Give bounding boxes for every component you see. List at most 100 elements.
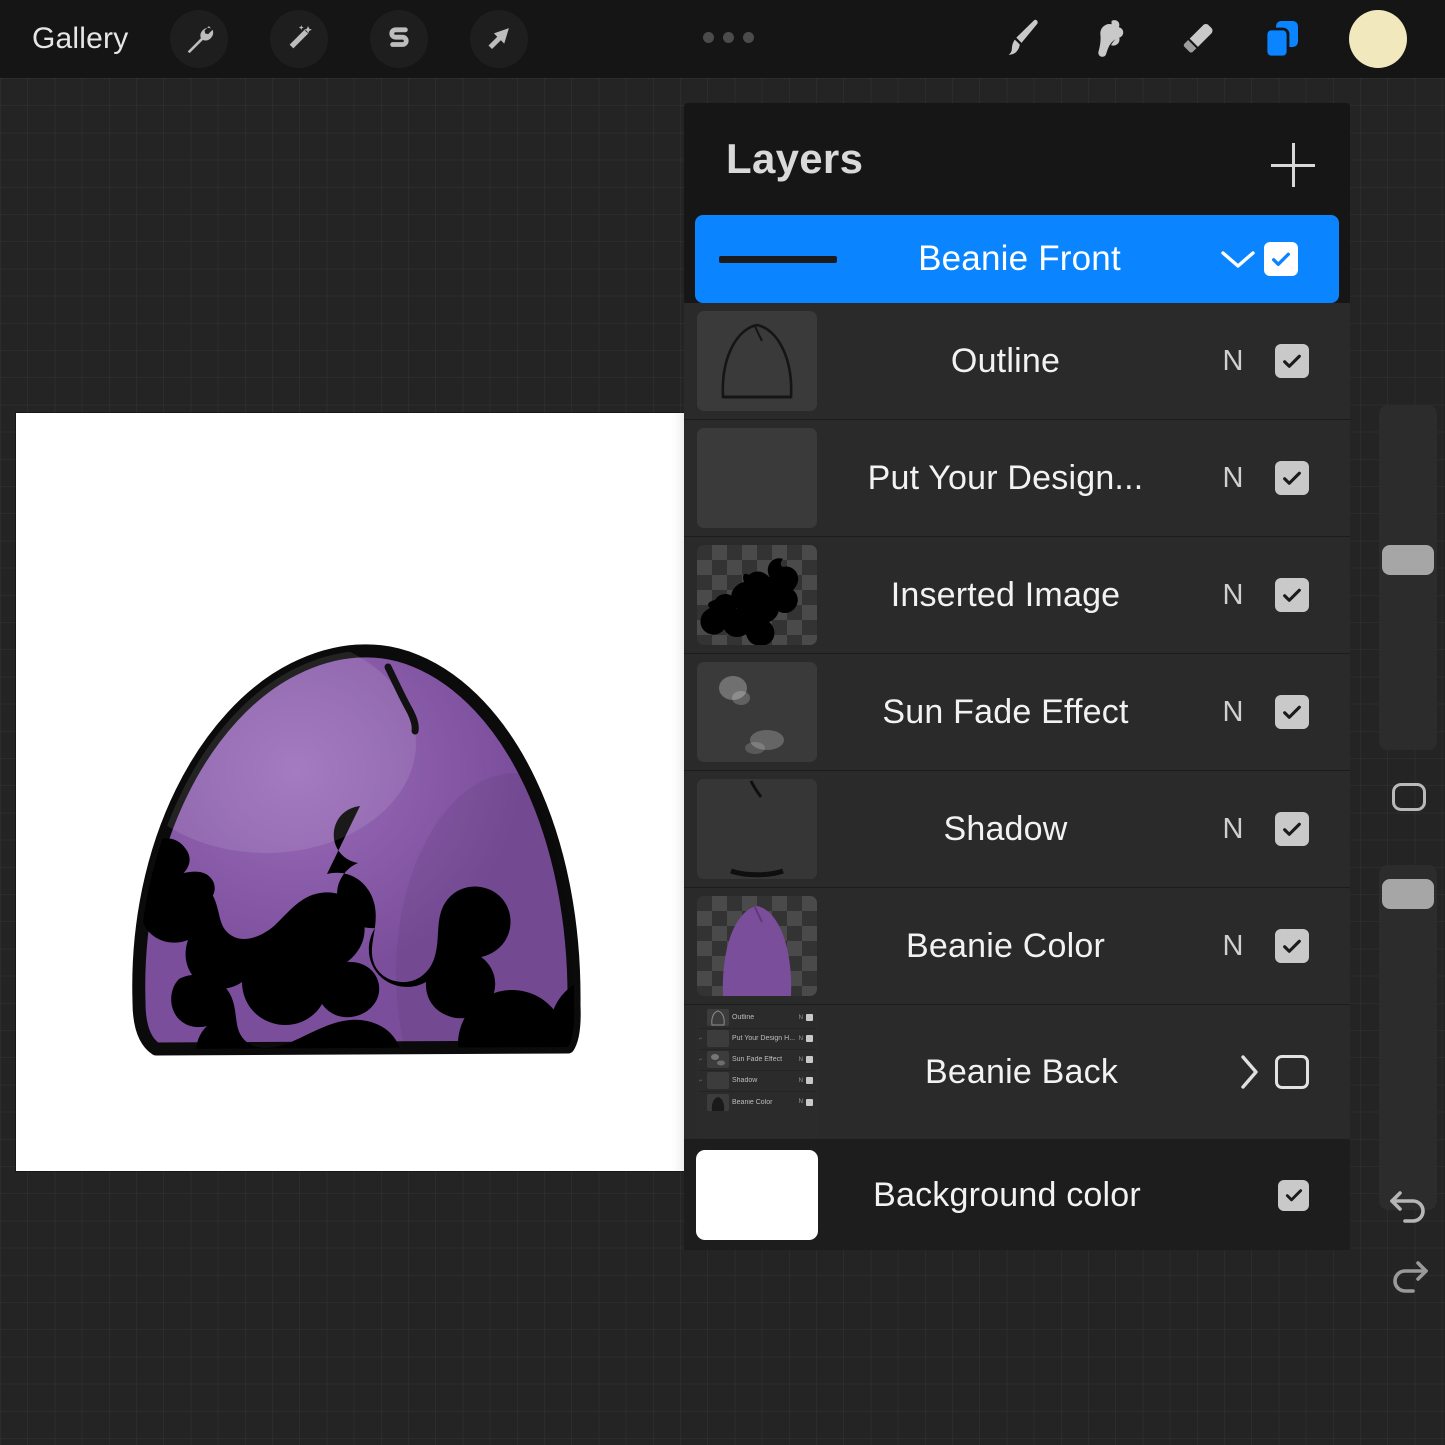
nested-visibility bbox=[806, 1035, 813, 1042]
layer-row-sun-fade-effect[interactable]: Sun Fade Effect N bbox=[684, 654, 1350, 771]
layer-thumbnail-shadow bbox=[684, 771, 830, 887]
brush-size-knob[interactable] bbox=[1382, 545, 1434, 575]
visibility-checkbox-beanie-back[interactable] bbox=[1275, 1055, 1309, 1089]
transform-arrow-icon[interactable] bbox=[470, 10, 528, 68]
nested-clip-icon: ⌐ bbox=[699, 1078, 704, 1084]
layer-thumbnail-beanie-color bbox=[684, 888, 830, 1004]
layer-row-background-color[interactable]: Background color bbox=[684, 1140, 1350, 1250]
nested-blend: N bbox=[799, 1036, 803, 1042]
nested-name: Outline bbox=[732, 1014, 796, 1021]
opacity-knob[interactable] bbox=[1382, 879, 1434, 909]
nested-thumb bbox=[707, 1051, 729, 1068]
blend-mode-beanie-color[interactable]: N bbox=[1191, 930, 1275, 963]
visibility-checkbox-beanie-color[interactable] bbox=[1275, 929, 1309, 963]
layer-name-shadow: Shadow bbox=[830, 810, 1191, 849]
color-swatch-button[interactable] bbox=[1349, 10, 1407, 68]
blend-mode-shadow[interactable]: N bbox=[1191, 813, 1275, 846]
nested-blend: N bbox=[799, 1099, 803, 1105]
visibility-checkbox-background-color[interactable] bbox=[1278, 1180, 1309, 1211]
artwork-canvas[interactable] bbox=[16, 413, 684, 1171]
opacity-slider[interactable] bbox=[1379, 865, 1437, 1210]
layer-name-outline: Outline bbox=[830, 342, 1191, 381]
nested-name: Sun Fade Effect bbox=[732, 1056, 796, 1063]
nested-name: Beanie Color bbox=[732, 1099, 796, 1106]
background-swatch bbox=[696, 1150, 818, 1240]
undo-button[interactable] bbox=[1384, 1180, 1434, 1230]
layers-icon[interactable] bbox=[1239, 0, 1325, 78]
layer-thumbnail-sun-fade-effect bbox=[684, 654, 830, 770]
layer-thumbnail-put-your-design bbox=[684, 420, 830, 536]
layer-thumbnail-beanie-back: Outline N ⌐ Put Your Design H... N bbox=[684, 1005, 830, 1139]
nested-layers-preview: Outline N ⌐ Put Your Design H... N bbox=[696, 1006, 818, 1139]
magic-wand-icon[interactable] bbox=[270, 10, 328, 68]
dot-2 bbox=[723, 32, 734, 43]
eraser-icon[interactable] bbox=[1153, 0, 1239, 78]
nested-row: ⌐ Shadow N bbox=[699, 1071, 815, 1092]
dot-3 bbox=[743, 32, 754, 43]
visibility-checkbox-beanie-front[interactable] bbox=[1264, 242, 1298, 276]
layer-thumbnail-outline bbox=[684, 303, 830, 419]
nested-visibility bbox=[806, 1056, 813, 1063]
nested-name: Put Your Design H... bbox=[732, 1035, 796, 1042]
nested-row: ⌐ Put Your Design H... N bbox=[699, 1029, 815, 1050]
blend-mode-outline[interactable]: N bbox=[1191, 345, 1275, 378]
layer-name-beanie-back: Beanie Back bbox=[830, 1053, 1223, 1092]
layer-row-beanie-color[interactable]: Beanie Color N bbox=[684, 888, 1350, 1005]
beanie-artwork bbox=[16, 413, 684, 1171]
layer-row-beanie-back[interactable]: Outline N ⌐ Put Your Design H... N bbox=[684, 1005, 1350, 1140]
nested-blend: N bbox=[799, 1057, 803, 1063]
layer-name-put-your-design: Put Your Design... bbox=[830, 459, 1191, 498]
dot-1 bbox=[703, 32, 714, 43]
right-sidebar bbox=[1379, 405, 1437, 1310]
nested-blend: N bbox=[799, 1015, 803, 1021]
nested-visibility bbox=[806, 1077, 813, 1084]
blend-mode-put-your-design[interactable]: N bbox=[1191, 462, 1275, 495]
visibility-checkbox-sun-fade-effect[interactable] bbox=[1275, 695, 1309, 729]
visibility-checkbox-put-your-design[interactable] bbox=[1275, 461, 1309, 495]
visibility-checkbox-outline[interactable] bbox=[1275, 344, 1309, 378]
nested-visibility bbox=[806, 1014, 813, 1021]
smudge-icon[interactable] bbox=[1067, 0, 1153, 78]
adjustments-wrench-icon[interactable] bbox=[170, 10, 228, 68]
group-thumbnail-bar bbox=[719, 256, 837, 263]
nested-thumb bbox=[707, 1030, 729, 1047]
nested-clip-icon: ⌐ bbox=[699, 1057, 704, 1063]
blend-mode-inserted-image[interactable]: N bbox=[1191, 579, 1275, 612]
layer-name-sun-fade-effect: Sun Fade Effect bbox=[830, 693, 1191, 732]
chevron-right-icon[interactable] bbox=[1223, 1052, 1275, 1092]
selection-s-icon[interactable] bbox=[370, 10, 428, 68]
nested-thumb bbox=[707, 1072, 729, 1089]
add-layer-button[interactable] bbox=[1271, 143, 1315, 187]
layers-title: Layers bbox=[726, 135, 863, 183]
procreate-window: Gallery bbox=[0, 0, 1445, 1445]
nested-row: Outline N bbox=[699, 1008, 815, 1029]
nested-name: Shadow bbox=[732, 1077, 796, 1084]
nested-clip-icon: ⌐ bbox=[699, 1036, 704, 1042]
layer-row-inserted-image[interactable]: Inserted Image N bbox=[684, 537, 1350, 654]
chevron-down-icon[interactable] bbox=[1212, 248, 1264, 270]
top-toolbar: Gallery bbox=[0, 0, 1445, 78]
background-color-thumbnail bbox=[684, 1140, 830, 1250]
layer-row-beanie-front[interactable]: Beanie Front bbox=[695, 215, 1339, 303]
visibility-checkbox-shadow[interactable] bbox=[1275, 812, 1309, 846]
layer-row-outline[interactable]: Outline N bbox=[684, 303, 1350, 420]
blend-mode-sun-fade-effect[interactable]: N bbox=[1191, 696, 1275, 729]
more-options-dots[interactable] bbox=[703, 32, 754, 43]
modify-button[interactable] bbox=[1392, 783, 1426, 811]
layer-row-put-your-design[interactable]: Put Your Design... N bbox=[684, 420, 1350, 537]
visibility-checkbox-inserted-image[interactable] bbox=[1275, 578, 1309, 612]
nested-visibility bbox=[806, 1099, 813, 1106]
brush-size-slider[interactable] bbox=[1379, 405, 1437, 750]
layers-panel: Layers Beanie Front bbox=[684, 103, 1350, 1243]
paintbrush-icon[interactable] bbox=[981, 0, 1067, 78]
top-toolbar-right bbox=[981, 0, 1445, 78]
redo-button[interactable] bbox=[1384, 1250, 1434, 1300]
nested-thumb bbox=[707, 1009, 729, 1026]
nested-row: ⌐ Sun Fade Effect N bbox=[699, 1050, 815, 1071]
gallery-button[interactable]: Gallery bbox=[32, 24, 128, 54]
nested-row: Beanie Color N bbox=[699, 1092, 815, 1113]
layer-row-shadow[interactable]: Shadow N bbox=[684, 771, 1350, 888]
layers-panel-header: Layers bbox=[684, 103, 1350, 215]
layers-list: Beanie Front bbox=[684, 215, 1350, 1250]
nested-thumb bbox=[707, 1094, 729, 1111]
